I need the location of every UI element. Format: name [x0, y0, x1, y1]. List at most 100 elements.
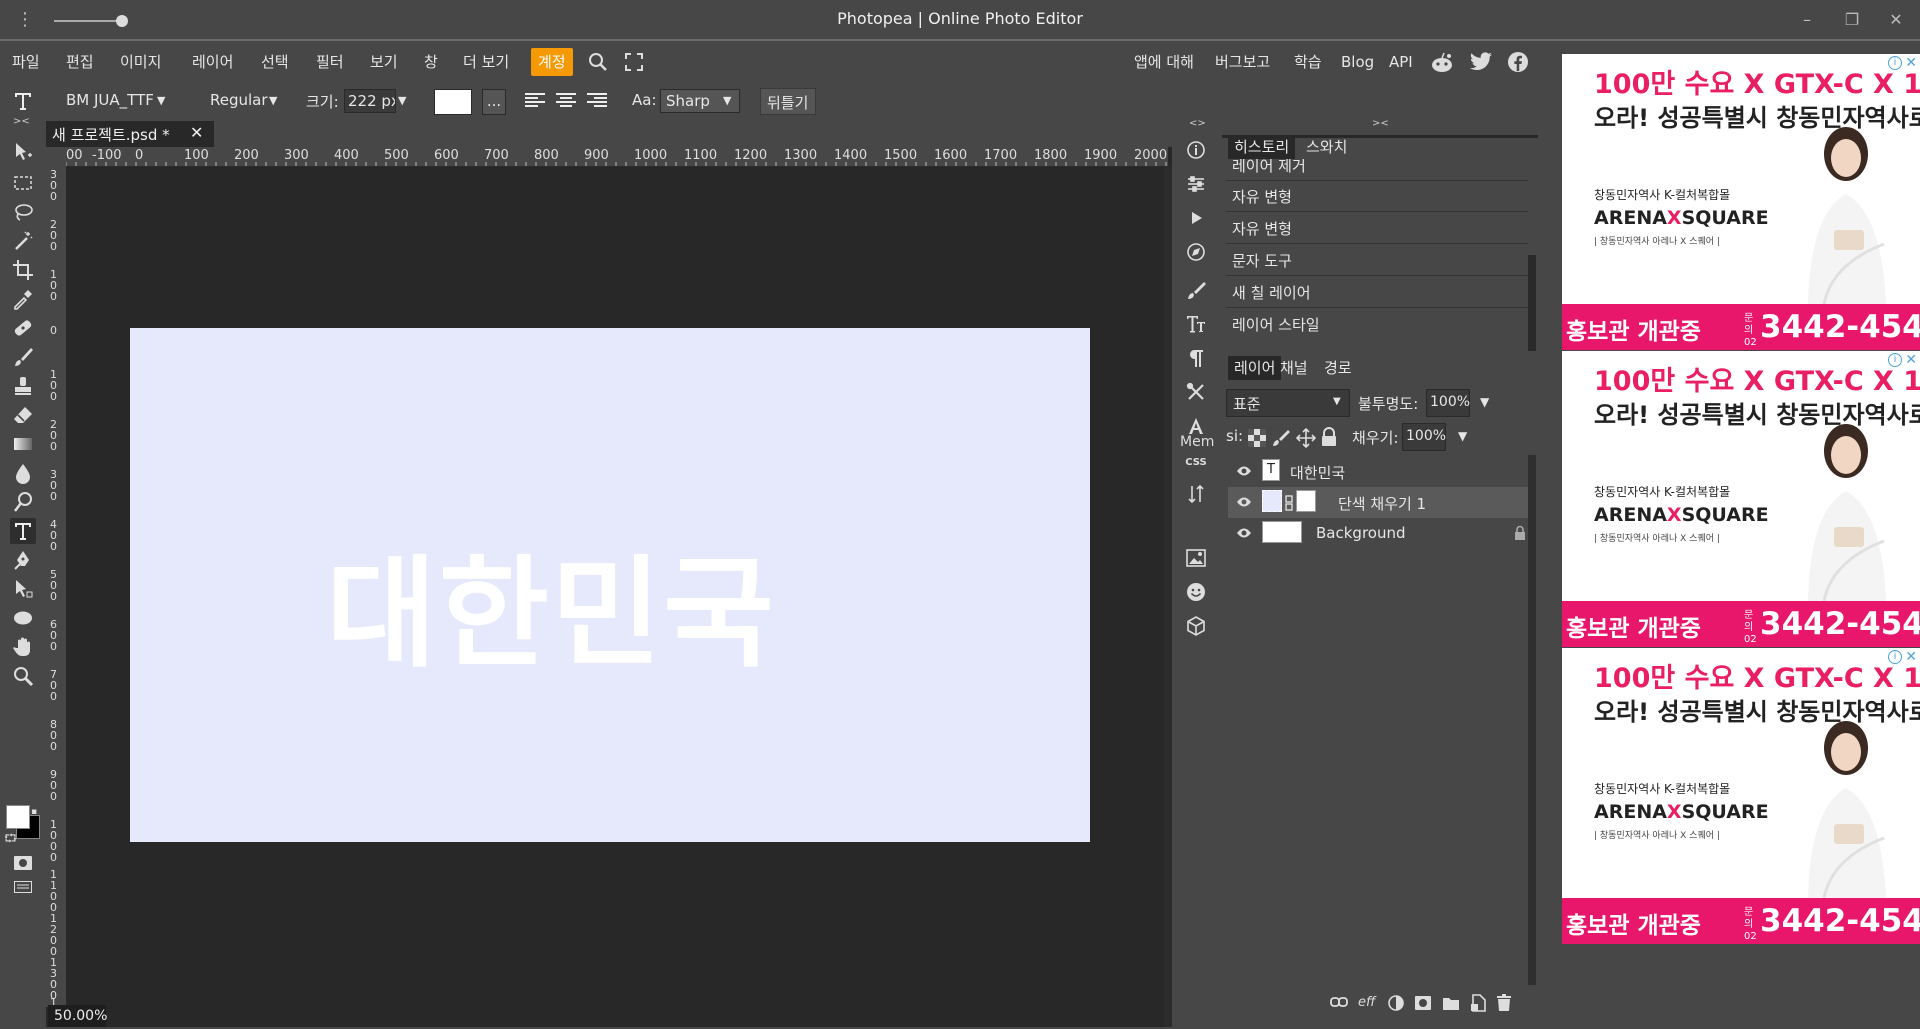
menu-select[interactable]: 선택 [261, 51, 289, 73]
magic-wand-tool-icon[interactable] [10, 228, 36, 254]
layer-name[interactable]: 대한민국 [1290, 462, 1345, 483]
actions-play-icon[interactable] [1183, 205, 1209, 231]
zoom-tool-icon[interactable] [10, 663, 36, 689]
gradient-tool-icon[interactable] [10, 431, 36, 457]
menu-window[interactable]: 창 [424, 51, 438, 73]
ad-banner[interactable]: i ✕ 100만 수요 X GTX-C X 1·4호선 오라! 성공특별시 창동… [1562, 54, 1920, 350]
paragraph-icon[interactable] [1183, 345, 1209, 371]
facebook-icon[interactable] [1507, 51, 1529, 73]
expand-panels-icon[interactable]: <> [1189, 118, 1206, 129]
delete-layer-icon[interactable] [1496, 994, 1512, 1012]
font-style-select[interactable]: Regular [210, 91, 268, 109]
menu-account[interactable]: 계정 [531, 48, 573, 76]
history-item[interactable]: 새 칠 레이어 [1226, 278, 1530, 308]
vertical-scrollbar[interactable] [1164, 167, 1172, 1027]
tool-presets-icon[interactable] [1183, 379, 1209, 405]
move-tool-icon[interactable] [10, 139, 36, 165]
type-tool-icon[interactable] [10, 518, 36, 544]
layer-row[interactable]: 단색 채우기 1 [1228, 487, 1530, 518]
restore-icon[interactable]: ❐ [1840, 8, 1864, 32]
font-size-input[interactable]: 222 px [344, 89, 396, 113]
history-item[interactable]: 자유 변형 [1226, 214, 1530, 244]
history-item[interactable]: 레이어 제거 [1226, 159, 1530, 181]
eyedropper-tool-icon[interactable] [10, 286, 36, 312]
ad-banner[interactable]: i ✕ 100만 수요 X GTX-C X 1·4호선 오라! 성공특별시 창동… [1562, 648, 1920, 944]
swap-colors-icon[interactable]: ⮔ [4, 830, 17, 849]
add-mask-icon[interactable] [1414, 995, 1432, 1011]
new-group-folder-icon[interactable] [1442, 995, 1460, 1011]
history-item[interactable]: 자유 변형 [1226, 182, 1530, 212]
chevron-down-icon[interactable]: ▼ [398, 94, 406, 107]
lock-position-icon[interactable] [1296, 428, 1316, 448]
twitter-icon[interactable] [1469, 52, 1493, 72]
tab-swatches[interactable]: 스와치 [1300, 135, 1353, 159]
visibility-eye-icon[interactable] [1236, 495, 1252, 509]
menu-image[interactable]: 이미지 [120, 51, 161, 73]
dodge-tool-icon[interactable] [10, 489, 36, 515]
menu-blog[interactable]: Blog [1341, 51, 1374, 73]
history-scrollbar[interactable] [1528, 255, 1536, 351]
navigator-icon[interactable] [1183, 239, 1209, 265]
font-family-select[interactable]: BM JUA_TTF [66, 91, 154, 109]
chevron-down-icon[interactable]: ▼ [1458, 429, 1467, 443]
opacity-input[interactable]: 100% [1426, 389, 1470, 417]
image-library-icon[interactable] [1183, 545, 1209, 571]
minimize-icon[interactable]: – [1795, 8, 1819, 32]
channels-arrows-icon[interactable] [1183, 481, 1209, 507]
layer-name[interactable]: 단색 채우기 1 [1338, 493, 1426, 514]
align-right-icon[interactable] [586, 92, 608, 110]
chevron-down-icon[interactable]: ▼ [157, 94, 165, 107]
healing-brush-tool-icon[interactable] [10, 315, 36, 341]
adjustment-layer-icon[interactable] [1388, 995, 1404, 1011]
screen-mode-icon[interactable] [14, 881, 32, 893]
search-icon[interactable] [587, 51, 609, 73]
emoji-icon[interactable] [1183, 579, 1209, 605]
menu-learn[interactable]: 학습 [1294, 51, 1322, 73]
eraser-tool-icon[interactable] [10, 402, 36, 428]
blur-tool-icon[interactable] [10, 460, 36, 486]
document-tab[interactable]: 새 프로젝트.psd * ✕ [46, 121, 214, 147]
layer-row[interactable]: T 대한민국 [1228, 456, 1530, 487]
tab-channels[interactable]: 채널 [1274, 356, 1314, 380]
align-left-icon[interactable] [524, 92, 546, 110]
collapse-toolbar-icon[interactable]: >< [13, 116, 30, 127]
menu-filter[interactable]: 필터 [316, 51, 344, 73]
more-options-button[interactable]: ... [482, 89, 506, 115]
marquee-tool-icon[interactable] [10, 170, 36, 196]
css-panel-icon[interactable]: CSS [1183, 449, 1209, 475]
collapse-panels-icon[interactable]: >< [1372, 118, 1389, 129]
chevron-down-icon[interactable]: ▼ [269, 94, 277, 107]
brush-tool-icon[interactable] [10, 344, 36, 370]
visibility-eye-icon[interactable] [1236, 464, 1252, 478]
lasso-tool-icon[interactable] [10, 199, 36, 225]
history-item[interactable]: 문자 도구 [1226, 246, 1530, 276]
layer-row[interactable]: Background [1228, 518, 1530, 549]
menu-file[interactable]: 파일 [12, 51, 40, 73]
tab-history[interactable]: 히스토리 [1228, 135, 1296, 159]
menu-report-bug[interactable]: 버그보고 [1215, 51, 1270, 73]
link-layers-icon[interactable] [1330, 996, 1348, 1008]
menu-about[interactable]: 앱에 대해 [1134, 51, 1194, 73]
fullscreen-icon[interactable] [623, 51, 645, 73]
chevron-down-icon[interactable]: ▼ [1480, 395, 1489, 409]
warp-text-button[interactable]: 뒤틀기 [760, 88, 816, 115]
layer-effects-button[interactable]: eff [1358, 995, 1375, 1010]
ellipse-tool-icon[interactable] [10, 605, 36, 631]
reddit-icon[interactable] [1430, 51, 1454, 73]
brushes-icon[interactable] [1183, 277, 1209, 303]
lock-transparency-icon[interactable] [1248, 429, 1266, 447]
menu-layer[interactable]: 레이어 [192, 51, 233, 73]
default-colors-icon[interactable]: ▪ [31, 807, 37, 817]
text-color-swatch[interactable] [434, 89, 472, 115]
adjustments-icon[interactable] [1183, 171, 1209, 197]
fill-input[interactable]: 100% [1402, 423, 1446, 451]
visibility-eye-icon[interactable] [1236, 526, 1252, 540]
menu-view[interactable]: 보기 [370, 51, 398, 73]
tab-paths[interactable]: 경로 [1318, 356, 1358, 380]
info-icon[interactable] [1183, 137, 1209, 163]
menu-api[interactable]: API [1389, 51, 1413, 73]
close-tab-icon[interactable]: ✕ [190, 123, 203, 142]
zoom-level[interactable]: 50.00% [48, 1005, 107, 1027]
layer-name[interactable]: Background [1316, 524, 1406, 542]
menu-more[interactable]: 더 보기 [463, 51, 509, 73]
